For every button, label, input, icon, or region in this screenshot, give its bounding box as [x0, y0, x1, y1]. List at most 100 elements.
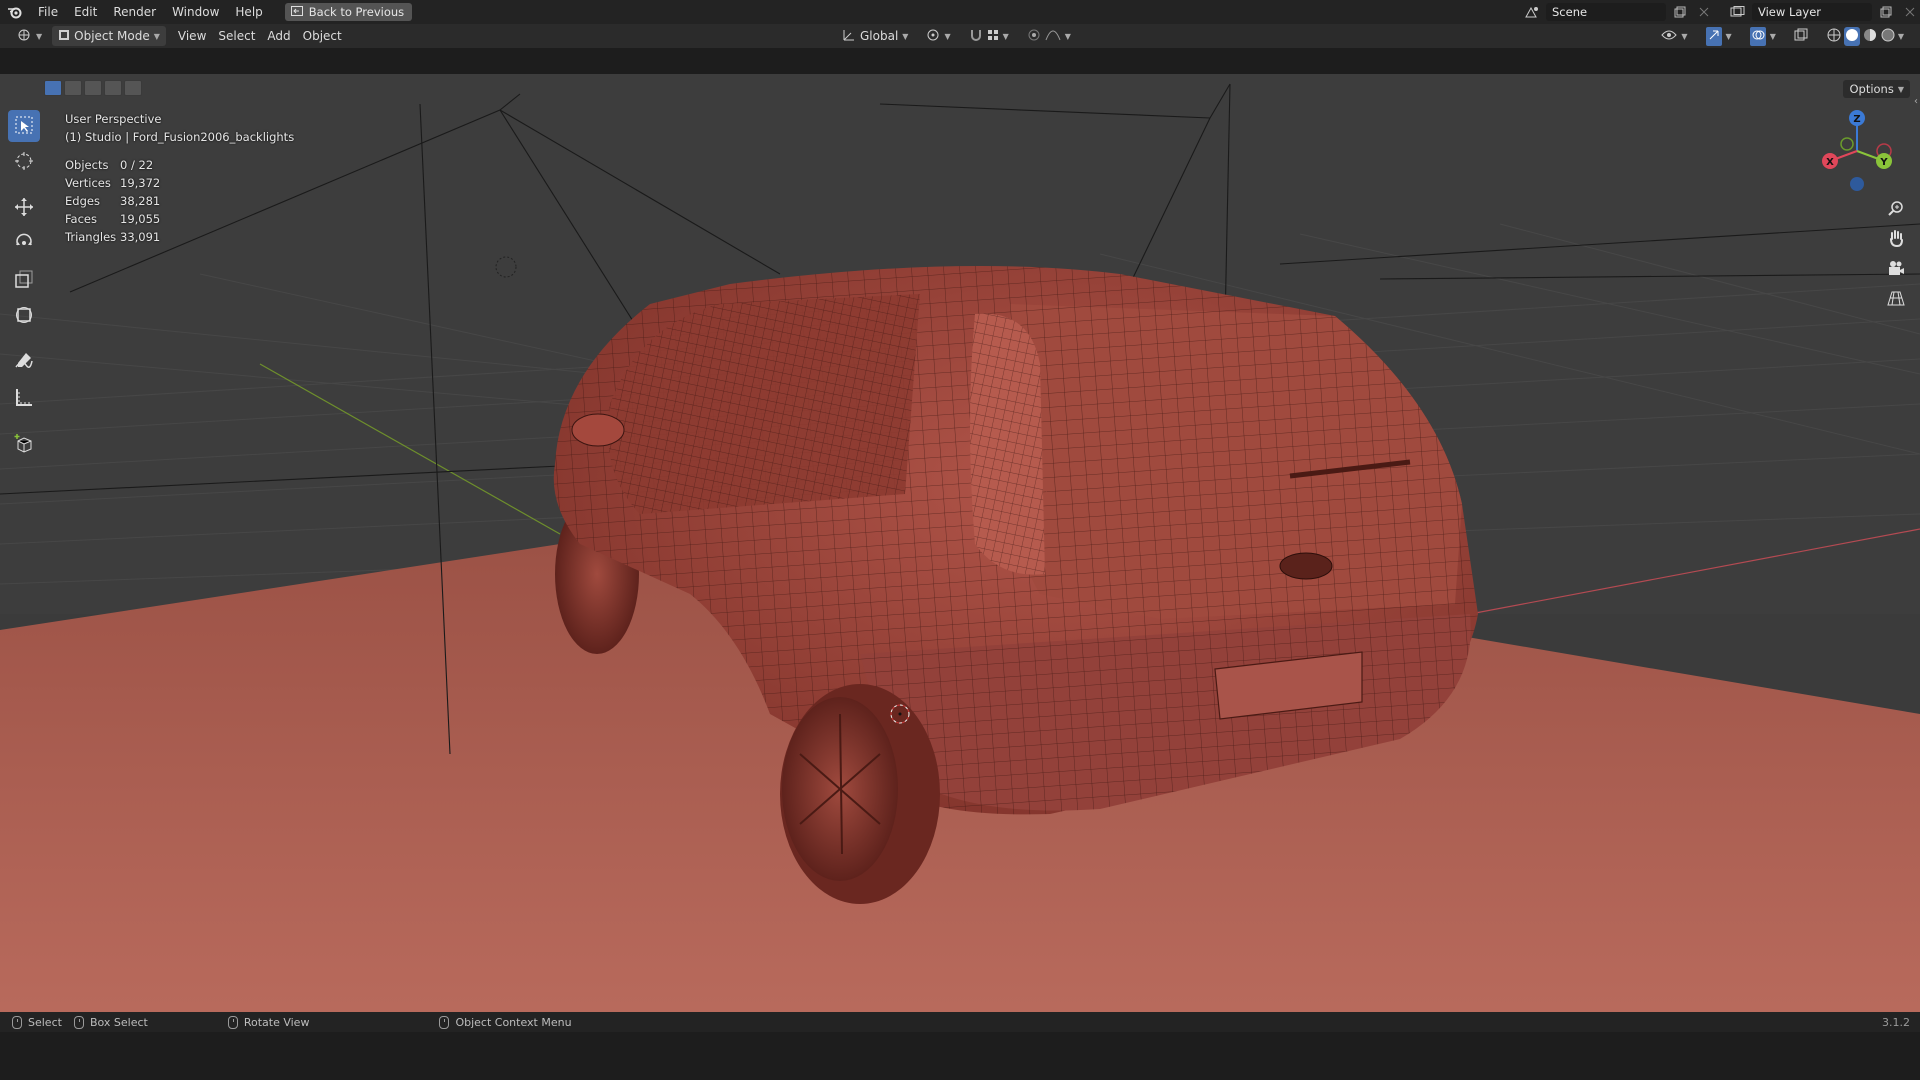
measure-tool[interactable] [8, 382, 40, 414]
rotate-tool[interactable] [8, 228, 40, 260]
add-cube-tool[interactable] [8, 428, 40, 460]
menu-render[interactable]: Render [105, 1, 164, 23]
scene-name-field[interactable]: Scene [1546, 3, 1666, 21]
stat-value: 0 / 22 [120, 158, 154, 172]
move-tool[interactable] [8, 192, 40, 224]
material-shading-icon[interactable] [1862, 27, 1878, 46]
sidebar-toggle-icon[interactable]: ‹ [1914, 96, 1918, 107]
chevron-down-icon: ▼ [1897, 31, 1904, 41]
annotate-icon [14, 351, 34, 374]
options-dropdown[interactable]: Options ▼ [1843, 80, 1910, 98]
viewport-stats-overlay: User Perspective (1) Studio | Ford_Fusio… [65, 110, 294, 246]
status-box-select: Box Select [73, 1015, 148, 1029]
delete-scene-icon[interactable] [1694, 2, 1714, 22]
view-layer-text: View Layer [1758, 5, 1822, 19]
new-scene-icon[interactable] [1670, 2, 1690, 22]
xray-toggle[interactable] [1788, 26, 1814, 46]
shading-mode-buttons[interactable]: ▼ [1820, 26, 1910, 46]
stat-label: Vertices [65, 176, 111, 190]
editor-type-button[interactable]: ▼ [10, 26, 48, 46]
view-layer-icon[interactable] [1728, 2, 1748, 22]
view-layer-field[interactable]: View Layer [1752, 3, 1872, 21]
menu-add[interactable]: Add [261, 26, 296, 46]
chevron-down-icon: ▼ [1064, 31, 1071, 41]
select-subtract-icon[interactable] [84, 80, 102, 96]
scene-selector-icon[interactable] [1522, 2, 1542, 22]
gizmo-neg-y[interactable] [1840, 137, 1854, 151]
selection-mode-buttons[interactable] [44, 80, 142, 96]
collection-object-label: (1) Studio | Ford_Fusion2006_backlights [65, 130, 295, 144]
proportional-editing-toggle[interactable]: ▼ [1021, 26, 1077, 46]
stat-value: 38,281 [120, 194, 161, 208]
chevron-down-icon: ▼ [1897, 84, 1904, 94]
stat-row-objects: Objects 0 / 22 [65, 156, 294, 174]
delete-view-layer-icon[interactable] [1900, 2, 1920, 22]
visibility-dropdown[interactable]: ▼ [1655, 26, 1693, 46]
3d-viewport[interactable]: Options ▼ User Perspective (1) Studio | … [0, 74, 1920, 1012]
mouse-right-icon [439, 1015, 450, 1029]
menu-view[interactable]: View [172, 26, 212, 46]
chevron-down-icon: ▼ [1681, 31, 1688, 41]
add-cube-icon [14, 433, 34, 456]
magnet-icon [969, 28, 983, 45]
scale-icon [14, 269, 34, 292]
menu-file[interactable]: File [30, 1, 66, 23]
wireframe-shading-icon[interactable] [1826, 27, 1842, 46]
mouse-middle-icon [227, 1015, 238, 1029]
navigation-gizmo[interactable]: Z Y X [1812, 106, 1902, 196]
move-icon [14, 197, 34, 220]
overlays-toggle[interactable]: ▼ [1744, 26, 1782, 46]
version-label: 3.1.2 [1882, 1015, 1910, 1029]
select-extend-icon[interactable] [64, 80, 82, 96]
chevron-down-icon: ▼ [944, 31, 951, 41]
proportional-editing-icon [1027, 28, 1041, 45]
perspective-grid-icon[interactable] [1884, 286, 1908, 310]
transform-orientation-dropdown[interactable]: Global ▼ [836, 26, 914, 46]
falloff-curve-icon [1045, 28, 1061, 45]
gizmo-y-label: Y [1879, 157, 1888, 168]
select-box-tool[interactable] [8, 110, 40, 142]
new-view-layer-icon[interactable] [1876, 2, 1896, 22]
chevron-down-icon: ▼ [1769, 31, 1776, 41]
scale-tool[interactable] [8, 264, 40, 296]
select-intersect-icon[interactable] [124, 80, 142, 96]
rendered-shading-icon[interactable] [1880, 27, 1896, 46]
zoom-icon[interactable] [1884, 196, 1908, 220]
eye-icon [1661, 29, 1678, 44]
3d-viewport-icon [16, 28, 32, 45]
perspective-label: User Perspective [65, 112, 162, 126]
hand-pan-icon[interactable] [1884, 226, 1908, 250]
stat-row-edges: Edges 38,281 [65, 192, 294, 210]
annotate-tool[interactable] [8, 346, 40, 378]
stat-row-triangles: Triangles 33,091 [65, 228, 294, 246]
options-label: Options [1849, 82, 1894, 96]
overlays-icon [1749, 26, 1766, 46]
menu-object[interactable]: Object [297, 26, 348, 46]
back-to-previous-label: Back to Previous [308, 5, 405, 19]
workspace-header: ▼ Object Mode ▼ View Select Add Object G… [0, 24, 1920, 48]
rotate-icon [14, 233, 34, 256]
transform-tool[interactable] [8, 300, 40, 332]
stat-label: Triangles [65, 230, 117, 244]
back-to-previous-button[interactable]: Back to Previous [284, 3, 413, 21]
gizmo-toggle[interactable]: ▼ [1700, 26, 1738, 46]
menu-select[interactable]: Select [212, 26, 261, 46]
select-new-icon[interactable] [44, 80, 62, 96]
snap-toggle[interactable]: ▼ [963, 26, 1015, 46]
object-mode-dropdown[interactable]: Object Mode ▼ [52, 26, 166, 46]
select-invert-icon[interactable] [104, 80, 122, 96]
pivot-point-dropdown[interactable]: ▼ [920, 26, 956, 46]
status-rotate-view: Rotate View [227, 1015, 309, 1029]
menu-window[interactable]: Window [164, 1, 227, 23]
cursor-tool[interactable] [8, 146, 40, 178]
blender-logo-icon[interactable] [0, 0, 30, 24]
xray-icon [1794, 28, 1808, 45]
menu-edit[interactable]: Edit [66, 1, 105, 23]
menu-help[interactable]: Help [227, 1, 270, 23]
camera-icon[interactable] [1884, 256, 1908, 280]
gizmo-neg-z[interactable] [1850, 177, 1864, 191]
solid-shading-icon[interactable] [1843, 26, 1860, 46]
orientation-icon [842, 28, 856, 45]
chevron-down-icon: ▼ [36, 31, 43, 41]
object-mode-icon [58, 29, 70, 44]
